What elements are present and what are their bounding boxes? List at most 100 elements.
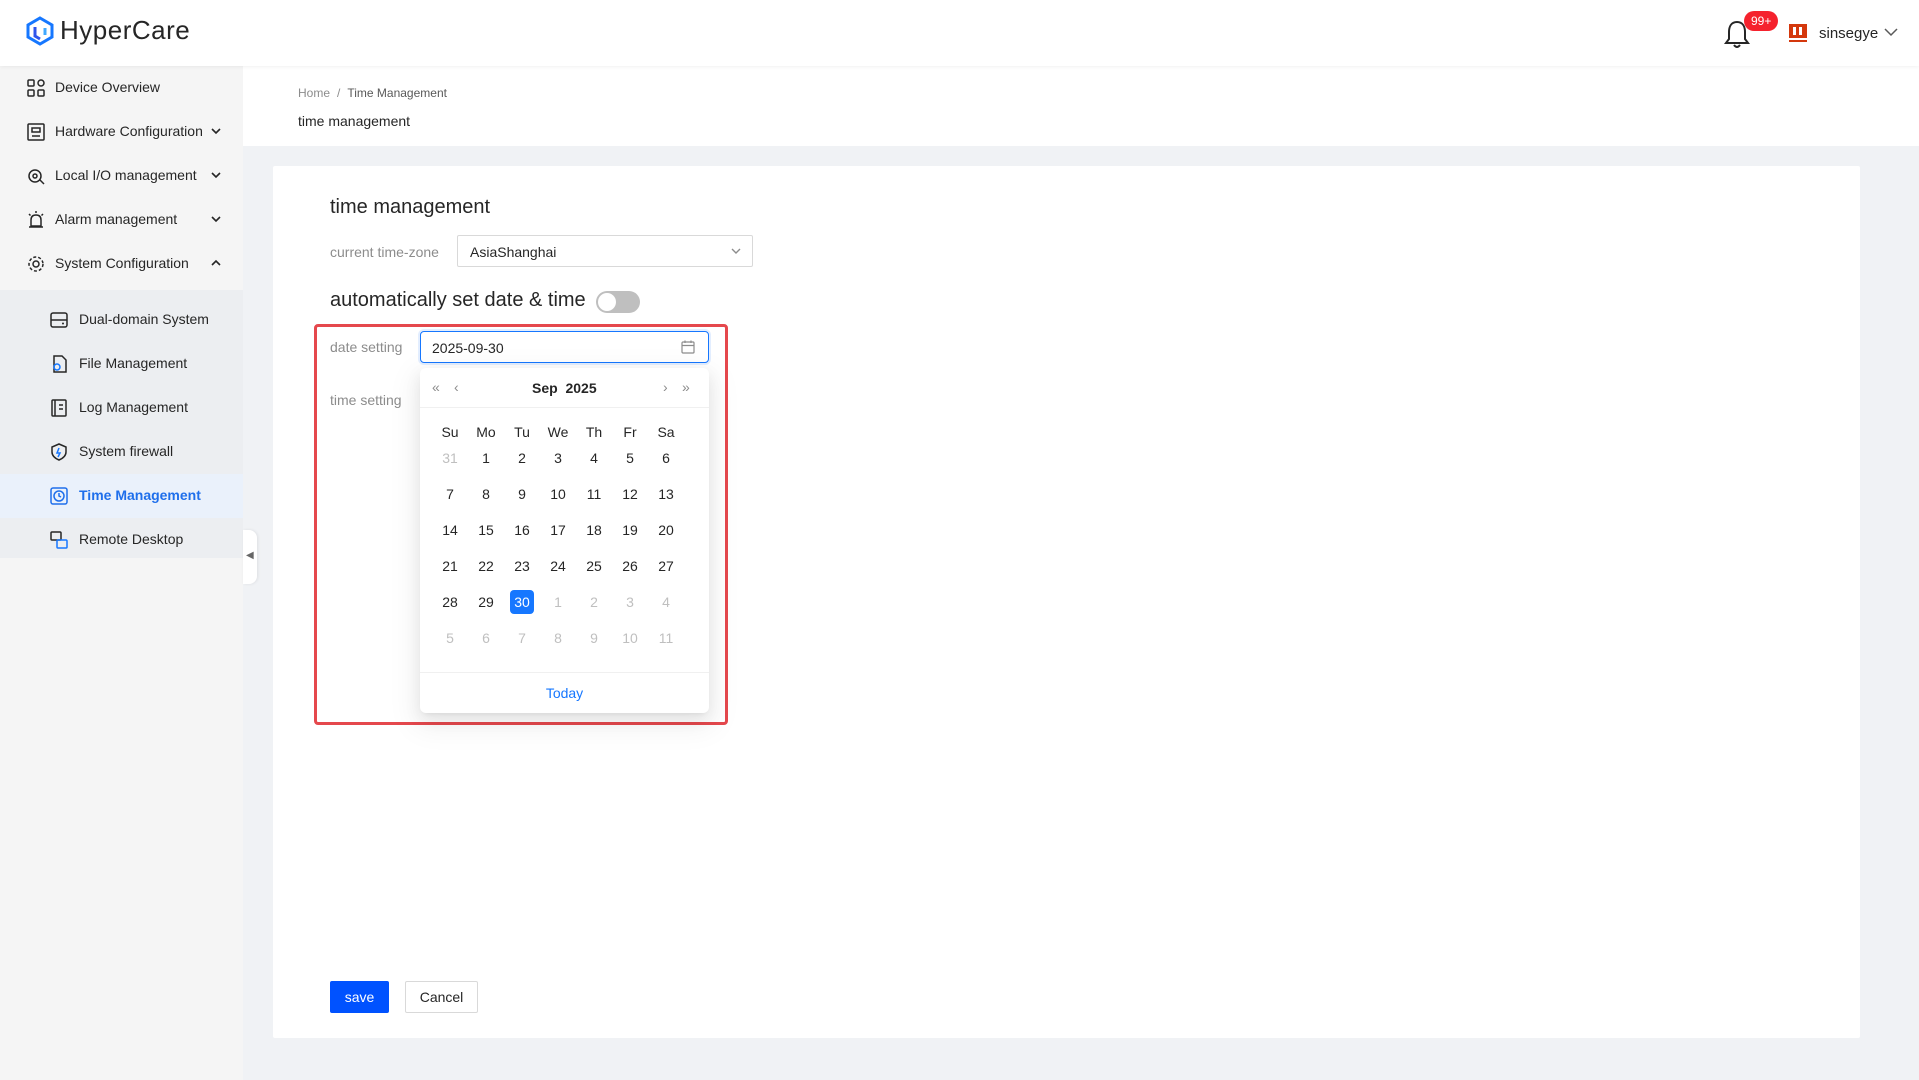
calendar-day-cell[interactable]: 9 [576, 626, 612, 650]
calendar-day-cell[interactable]: 6 [468, 626, 504, 650]
breadcrumb-separator: / [337, 86, 341, 100]
sidebar-item-log-management[interactable]: Log Management [0, 386, 243, 430]
system-config-icon [28, 256, 44, 272]
calendar-day-cell[interactable]: 8 [468, 482, 504, 506]
breadcrumb-home[interactable]: Home [298, 86, 330, 100]
calendar-day-cell[interactable]: 18 [576, 518, 612, 542]
calendar-day-cell[interactable]: 5 [432, 626, 468, 650]
calendar-day-cell[interactable]: 26 [612, 554, 648, 578]
calendar-day-cell[interactable]: 27 [648, 554, 684, 578]
calendar-day-cell[interactable]: 11 [648, 626, 684, 650]
breadcrumb-panel: Home / Time Management time management [243, 66, 1919, 146]
sidebar-item-time-management[interactable]: Time Management [0, 474, 243, 518]
calendar-day-cell[interactable]: 22 [468, 554, 504, 578]
calendar-day-cell[interactable]: 30 [504, 590, 540, 614]
calendar-day-cell[interactable]: 7 [504, 626, 540, 650]
calendar-day-cell[interactable]: 1 [540, 590, 576, 614]
calendar-day-cell[interactable]: 19 [612, 518, 648, 542]
calendar-day-cell[interactable]: 1 [468, 446, 504, 470]
calendar-day-number: 7 [518, 630, 526, 646]
sidebar-item-dual-domain-system[interactable]: Dual-domain System [0, 298, 243, 342]
today-button[interactable]: Today [420, 685, 709, 701]
sidebar-item-label: Hardware Configuration [55, 123, 203, 139]
calendar-day-cell[interactable]: 2 [504, 446, 540, 470]
calendar-day-cell[interactable]: 2 [576, 590, 612, 614]
remote-desktop-icon [50, 531, 68, 549]
sidebar-collapse-button[interactable]: ◀ [243, 530, 257, 584]
auto-datetime-toggle[interactable] [596, 291, 640, 313]
calendar-day-cell[interactable]: 13 [648, 482, 684, 506]
calendar-day-cell[interactable]: 31 [432, 446, 468, 470]
calendar-day-number: 5 [626, 450, 634, 466]
calendar-day-cell[interactable]: 17 [540, 518, 576, 542]
timezone-value: AsiaShanghai [470, 244, 557, 260]
calendar-day-cell[interactable]: 12 [612, 482, 648, 506]
app-logo[interactable]: HyperCare [26, 15, 190, 46]
calendar-day-number: 17 [550, 522, 566, 538]
date-setting-input[interactable]: 2025-09-30 [420, 331, 709, 363]
calendar-day-number: 2 [518, 450, 526, 466]
calendar-day-cell[interactable]: 24 [540, 554, 576, 578]
hypercare-logo-icon [26, 15, 54, 46]
calendar-day-cell[interactable]: 28 [432, 590, 468, 614]
calendar-day-cell[interactable]: 29 [468, 590, 504, 614]
calendar-day-cell[interactable]: 6 [648, 446, 684, 470]
sidebar-item-label: Remote Desktop [79, 531, 184, 547]
calendar-day-cell[interactable]: 5 [612, 446, 648, 470]
submenu-system-configuration: Dual-domain System File Management Log M… [0, 290, 243, 558]
calendar-day-cell[interactable]: 3 [612, 590, 648, 614]
sidebar-item-alarm-management[interactable]: Alarm management [0, 198, 243, 242]
prev-month-icon[interactable]: ‹ [454, 379, 459, 395]
sidebar-item-file-management[interactable]: File Management [0, 342, 243, 386]
prev-year-icon[interactable]: « [432, 379, 440, 395]
calendar-day-cell[interactable]: 16 [504, 518, 540, 542]
sidebar-item-system-configuration[interactable]: System Configuration [0, 242, 243, 286]
save-button[interactable]: save [330, 981, 389, 1013]
sidebar-item-remote-desktop[interactable]: Remote Desktop [0, 518, 243, 562]
calendar-day-cell[interactable]: 14 [432, 518, 468, 542]
calendar-icon[interactable] [681, 340, 695, 354]
calendar-day-cell[interactable]: 4 [576, 446, 612, 470]
calendar-day-cell[interactable]: 25 [576, 554, 612, 578]
calendar-day-number: 28 [442, 594, 458, 610]
app-name: HyperCare [60, 15, 191, 45]
timezone-select[interactable]: AsiaShanghai [457, 235, 753, 267]
calendar-day-cell[interactable]: 11 [576, 482, 612, 506]
calendar-day-cell[interactable]: 7 [432, 482, 468, 506]
cancel-button[interactable]: Cancel [405, 981, 478, 1013]
calendar-month[interactable]: Sep [532, 380, 558, 396]
section-title: time management [330, 196, 491, 218]
calendar-day-cell[interactable]: 15 [468, 518, 504, 542]
time-management-card: time management current time-zone AsiaSh… [273, 166, 1860, 1038]
sidebar-item-device-overview[interactable]: Device Overview [0, 66, 243, 110]
calendar-day-cell[interactable]: 23 [504, 554, 540, 578]
date-setting-label: date setting [330, 339, 403, 355]
calendar-day-cell[interactable]: 8 [540, 626, 576, 650]
calendar-day-cell[interactable]: 21 [432, 554, 468, 578]
sidebar-item-label: System Configuration [55, 255, 189, 271]
toggle-knob [598, 293, 616, 311]
calendar-day-number: 1 [554, 594, 562, 610]
next-year-icon[interactable]: » [682, 379, 690, 395]
next-month-icon[interactable]: › [663, 379, 668, 395]
username[interactable]: sinsegye [1819, 25, 1878, 42]
sidebar-item-label: Device Overview [55, 79, 161, 95]
calendar-day-cell[interactable]: 4 [648, 590, 684, 614]
calendar-day-cell[interactable]: 10 [612, 626, 648, 650]
clock-icon [50, 487, 68, 505]
calendar-year[interactable]: 2025 [565, 380, 596, 396]
sidebar-item-label: Time Management [79, 487, 201, 503]
calendar-day-cell[interactable]: 10 [540, 482, 576, 506]
sidebar-item-label: Local I/O management [55, 167, 197, 183]
chevron-down-icon[interactable] [1884, 27, 1898, 37]
sidebar-item-system-firewall[interactable]: System firewall [0, 430, 243, 474]
sidebar-item-hardware-configuration[interactable]: Hardware Configuration [0, 110, 243, 154]
calendar-day-cell[interactable]: 20 [648, 518, 684, 542]
calendar-day-number: 20 [658, 522, 674, 538]
calendar-day-number: 9 [518, 486, 526, 502]
sidebar-item-local-io[interactable]: Local I/O management [0, 154, 243, 198]
calendar-day-cell[interactable]: 9 [504, 482, 540, 506]
auto-datetime-title: automatically set date & time [330, 289, 586, 311]
hardware-icon [27, 123, 45, 141]
calendar-day-cell[interactable]: 3 [540, 446, 576, 470]
